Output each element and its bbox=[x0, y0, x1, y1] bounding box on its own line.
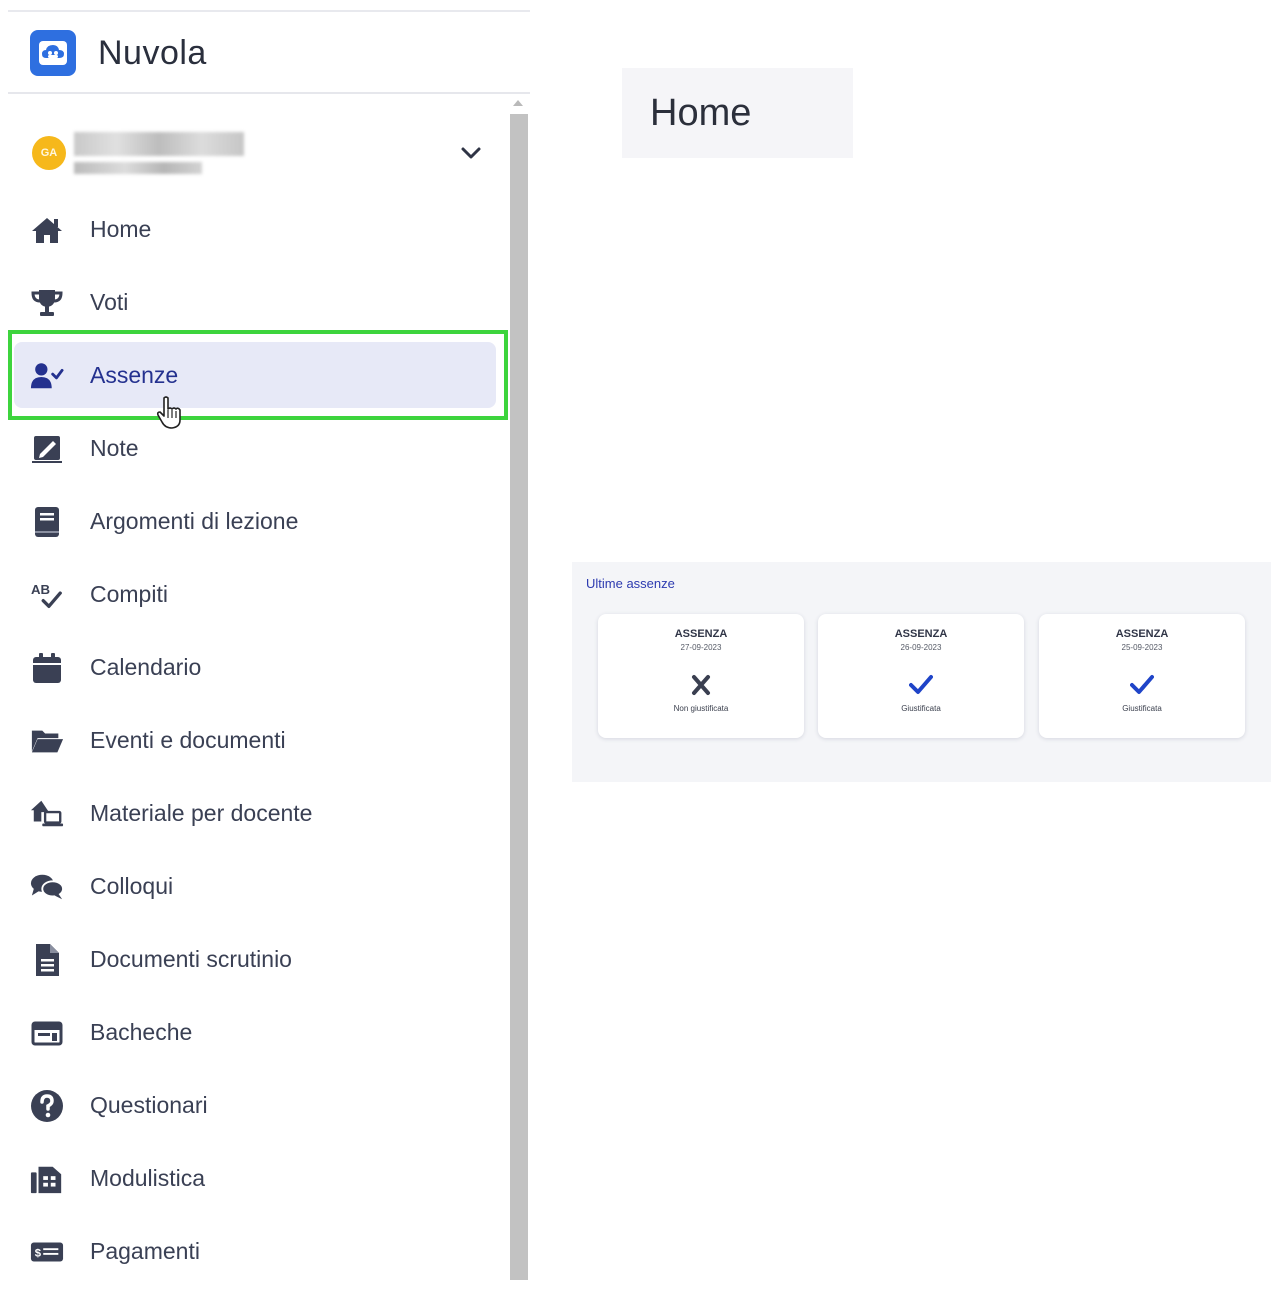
recent-absences-panel: Ultime assenze ASSENZA 27-09-2023 Non gi… bbox=[572, 562, 1271, 782]
sidebar-item-label: Bacheche bbox=[90, 1019, 193, 1045]
absence-card[interactable]: ASSENZA 25-09-2023 Giustificata bbox=[1039, 614, 1245, 738]
sidebar-item-label: Argomenti di lezione bbox=[90, 508, 299, 534]
comments-icon bbox=[30, 871, 64, 903]
sidebar-scrollbar[interactable] bbox=[508, 96, 528, 1290]
app-name: Nuvola bbox=[98, 34, 207, 72]
sidebar-item-label: Questionari bbox=[90, 1092, 208, 1118]
absence-date: 27-09-2023 bbox=[680, 643, 722, 652]
sidebar-item-label: Compiti bbox=[90, 581, 168, 607]
question-icon bbox=[30, 1090, 64, 1122]
sidebar-item-label: Materiale per docente bbox=[90, 800, 313, 826]
sidebar-item-home[interactable]: Home bbox=[10, 196, 500, 264]
user-selector[interactable]: GA bbox=[8, 126, 503, 186]
folder-open-icon bbox=[30, 725, 64, 757]
absence-card[interactable]: ASSENZA 26-09-2023 Giustificata bbox=[818, 614, 1024, 738]
absence-type: ASSENZA bbox=[1115, 628, 1169, 640]
note-icon bbox=[30, 433, 64, 465]
sidebar-item-label: Note bbox=[90, 435, 139, 461]
avatar: GA bbox=[32, 136, 66, 170]
sidebar-item-eventi[interactable]: Eventi e documenti bbox=[10, 707, 500, 775]
book-icon bbox=[30, 506, 64, 538]
x-icon bbox=[692, 675, 710, 695]
sidebar-item-label: Voti bbox=[90, 289, 129, 315]
page-title-container: Home bbox=[622, 68, 853, 158]
absence-status: Giustificata bbox=[1122, 704, 1162, 713]
absence-type: ASSENZA bbox=[894, 628, 948, 640]
board-icon bbox=[30, 1017, 64, 1049]
sidebar-item-label: Documenti scrutinio bbox=[90, 946, 292, 972]
sidebar-item-voti[interactable]: Voti bbox=[10, 269, 500, 337]
sidebar-item-note[interactable]: Note bbox=[10, 415, 500, 483]
sidebar-item-argomenti[interactable]: Argomenti di lezione bbox=[10, 488, 500, 556]
sidebar-item-label: Colloqui bbox=[90, 873, 174, 899]
check-icon bbox=[909, 675, 933, 694]
trophy-icon bbox=[30, 287, 64, 319]
absence-date: 26-09-2023 bbox=[900, 643, 942, 652]
sidebar-item-pagamenti[interactable]: $ Pagamenti bbox=[10, 1218, 500, 1286]
page-title: Home bbox=[650, 92, 752, 134]
file-icon bbox=[30, 944, 64, 976]
sidebar-item-bacheche[interactable]: Bacheche bbox=[10, 999, 500, 1067]
absence-date: 25-09-2023 bbox=[1121, 643, 1163, 652]
home-icon bbox=[30, 214, 64, 246]
sidebar-item-compiti[interactable]: AB Compiti bbox=[10, 561, 500, 629]
hand-pointer-cursor-icon bbox=[156, 396, 181, 429]
absence-card[interactable]: ASSENZA 27-09-2023 Non giustificata bbox=[598, 614, 804, 738]
user-detail-redacted bbox=[74, 162, 202, 174]
panel-title: Ultime assenze bbox=[586, 576, 675, 591]
sidebar-item-label: Modulistica bbox=[90, 1165, 206, 1191]
check-icon bbox=[1130, 675, 1154, 694]
highlight-annotation-box bbox=[8, 330, 508, 420]
scroll-up-arrow-icon[interactable] bbox=[513, 100, 523, 106]
absence-status: Non giustificata bbox=[673, 704, 729, 713]
sidebar-item-calendario[interactable]: Calendario bbox=[10, 634, 500, 702]
absence-type: ASSENZA bbox=[674, 628, 728, 640]
sidebar-item-documenti-scrutinio[interactable]: Documenti scrutinio bbox=[10, 926, 500, 994]
sidebar-item-label: Home bbox=[90, 216, 152, 242]
sidebar-item-label: Eventi e documenti bbox=[90, 727, 286, 753]
calendar-icon bbox=[30, 652, 64, 684]
chevron-down-icon[interactable] bbox=[458, 140, 484, 166]
spellcheck-icon: AB bbox=[30, 579, 64, 611]
payment-icon: $ bbox=[30, 1236, 64, 1268]
sidebar-item-modulistica[interactable]: Modulistica bbox=[10, 1145, 500, 1213]
brand-header: Nuvola bbox=[8, 12, 530, 94]
nuvola-logo-icon[interactable] bbox=[30, 30, 76, 76]
house-laptop-icon bbox=[30, 798, 64, 830]
sidebar-item-label: Calendario bbox=[90, 654, 202, 680]
svg-text:AB: AB bbox=[31, 582, 50, 597]
forms-icon bbox=[30, 1163, 64, 1195]
sidebar-item-colloqui[interactable]: Colloqui bbox=[10, 853, 500, 921]
sidebar-item-questionari[interactable]: Questionari bbox=[10, 1072, 500, 1140]
absence-status: Giustificata bbox=[901, 704, 941, 713]
sidebar-item-materiale[interactable]: Materiale per docente bbox=[10, 780, 500, 848]
sidebar-item-label: Pagamenti bbox=[90, 1238, 200, 1264]
svg-text:$: $ bbox=[35, 1248, 42, 1260]
scrollbar-thumb[interactable] bbox=[510, 114, 528, 1280]
sidebar: Nuvola GA Home Voti Assenze Note Argomen… bbox=[8, 10, 530, 1290]
user-name-redacted bbox=[74, 132, 244, 156]
